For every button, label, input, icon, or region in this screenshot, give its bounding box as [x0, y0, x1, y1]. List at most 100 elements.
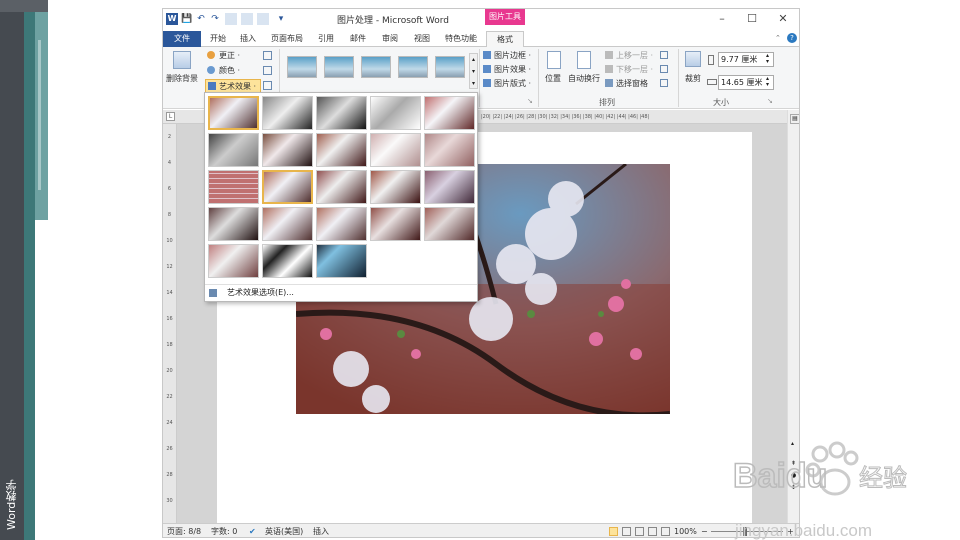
- group-separator: [479, 49, 480, 107]
- artistic-effect-thumb[interactable]: [262, 244, 313, 278]
- compress-pictures-icon[interactable]: [263, 51, 272, 60]
- artistic-effect-thumb[interactable]: [262, 207, 313, 241]
- format-painter-icon[interactable]: [225, 13, 237, 25]
- tab-page-layout[interactable]: 页面布局: [267, 31, 307, 47]
- save-icon[interactable]: 💾: [181, 13, 193, 25]
- vruler-mark: 16: [166, 316, 173, 322]
- artistic-effect-thumb[interactable]: [316, 96, 367, 130]
- artistic-effect-thumb[interactable]: [316, 133, 367, 167]
- artistic-effects-dropdown: 艺术效果选项(E)...: [204, 92, 478, 302]
- remove-background-icon[interactable]: [173, 51, 191, 69]
- artistic-effect-thumb[interactable]: [262, 96, 313, 130]
- vruler-mark: 20: [166, 368, 173, 374]
- remove-background-button[interactable]: 删除背景: [166, 73, 198, 84]
- close-button[interactable]: ✕: [769, 11, 797, 27]
- width-spin-icon[interactable]: ▴ ▾: [766, 76, 772, 88]
- artistic-effect-thumb[interactable]: [424, 207, 475, 241]
- align-icon[interactable]: [660, 51, 668, 59]
- proofing-icon[interactable]: ✔: [249, 524, 256, 537]
- arrange-group-label: 排列: [599, 98, 615, 107]
- draft-view-icon[interactable]: [661, 527, 670, 536]
- picture-style-1[interactable]: [287, 56, 317, 78]
- dialog-launcher-icon[interactable]: ↘: [527, 97, 535, 105]
- artistic-effect-thumb[interactable]: [208, 207, 259, 241]
- language-indicator[interactable]: 英语(美国): [265, 524, 303, 537]
- picture-style-3[interactable]: [361, 56, 391, 78]
- tab-review[interactable]: 审阅: [377, 31, 403, 47]
- tab-file[interactable]: 文件: [163, 31, 201, 47]
- artistic-effect-thumb[interactable]: [208, 244, 259, 278]
- tab-special[interactable]: 特色功能: [441, 31, 481, 47]
- artistic-effects-button[interactable]: 艺术效果 ·: [205, 79, 261, 93]
- tab-references[interactable]: 引用: [313, 31, 339, 47]
- artistic-effect-thumb[interactable]: [370, 207, 421, 241]
- tab-selector-icon[interactable]: L: [166, 112, 175, 121]
- redo-icon[interactable]: ↷: [209, 13, 221, 25]
- corrections-button[interactable]: 更正 ·: [219, 50, 240, 61]
- position-button[interactable]: 位置: [545, 73, 561, 84]
- artistic-effect-thumb[interactable]: [316, 207, 367, 241]
- artistic-effect-thumb[interactable]: [208, 170, 259, 204]
- artistic-effect-thumb[interactable]: [316, 244, 367, 278]
- artistic-effects-options[interactable]: 艺术效果选项(E)...: [205, 284, 477, 300]
- picture-effects-button[interactable]: 图片效果 ·: [494, 64, 531, 75]
- word-count[interactable]: 字数: 0: [211, 524, 237, 537]
- full-screen-view-icon[interactable]: [622, 527, 631, 536]
- styles-gallery-scroll[interactable]: ▴ ▾ ▾: [469, 53, 478, 89]
- tab-insert[interactable]: 插入: [235, 31, 261, 47]
- web-layout-view-icon[interactable]: [635, 527, 644, 536]
- artistic-effect-thumb[interactable]: [424, 170, 475, 204]
- customize-qat-icon[interactable]: ▾: [275, 13, 287, 25]
- change-picture-icon[interactable]: [263, 66, 272, 75]
- rotate-icon[interactable]: [660, 79, 668, 87]
- color-button[interactable]: 颜色 ·: [219, 65, 240, 76]
- restore-button[interactable]: ☐: [738, 11, 766, 27]
- artistic-effect-thumb[interactable]: [316, 170, 367, 204]
- artistic-options-label: 艺术效果选项(E)...: [227, 288, 294, 297]
- picture-border-button[interactable]: 图片边框 ·: [494, 50, 531, 61]
- word-app-icon[interactable]: W: [166, 13, 178, 25]
- outline-view-icon[interactable]: [648, 527, 657, 536]
- print-layout-view-icon[interactable]: [609, 527, 618, 536]
- picture-style-5[interactable]: [435, 56, 465, 78]
- artistic-effect-thumb[interactable]: [370, 96, 421, 130]
- reset-picture-icon[interactable]: [263, 81, 272, 90]
- tab-mailings[interactable]: 邮件: [345, 31, 371, 47]
- minimize-ribbon-icon[interactable]: ⌃: [775, 34, 783, 42]
- bring-forward-button[interactable]: 上移一层 ·: [616, 50, 653, 61]
- artistic-effect-thumb[interactable]: [208, 96, 259, 130]
- minimize-button[interactable]: –: [708, 11, 736, 27]
- tab-format[interactable]: 格式: [486, 31, 524, 48]
- undo-icon[interactable]: ↶: [195, 13, 207, 25]
- insert-mode-indicator[interactable]: 插入: [313, 524, 329, 537]
- new-doc-icon[interactable]: [241, 13, 253, 25]
- artistic-effect-thumb[interactable]: [262, 170, 313, 204]
- artistic-effect-thumb[interactable]: [208, 133, 259, 167]
- artistic-effect-thumb[interactable]: [424, 96, 475, 130]
- page-count[interactable]: 页面: 8/8: [167, 524, 201, 537]
- height-spin-icon[interactable]: ▴ ▾: [766, 53, 772, 65]
- slide-dark-band: [0, 0, 24, 540]
- picture-style-4[interactable]: [398, 56, 428, 78]
- print-icon[interactable]: [257, 13, 269, 25]
- artistic-effect-thumb[interactable]: [370, 170, 421, 204]
- zoom-level[interactable]: 100%: [674, 524, 697, 537]
- selection-pane-button[interactable]: 选择窗格: [616, 78, 648, 89]
- size-dialog-launcher-icon[interactable]: ↘: [767, 97, 775, 105]
- picture-style-2[interactable]: [324, 56, 354, 78]
- picture-layout-button[interactable]: 图片版式 ·: [494, 78, 531, 89]
- tab-home[interactable]: 开始: [205, 31, 231, 47]
- tab-view[interactable]: 视图: [409, 31, 435, 47]
- artistic-effect-thumb[interactable]: [424, 133, 475, 167]
- artistic-effect-thumb[interactable]: [370, 133, 421, 167]
- send-backward-button[interactable]: 下移一层 ·: [616, 64, 653, 75]
- artistic-effect-thumb[interactable]: [262, 133, 313, 167]
- crop-button[interactable]: 裁剪: [685, 73, 701, 84]
- zoom-out-button[interactable]: −: [701, 524, 708, 537]
- wrap-text-button[interactable]: 自动换行: [568, 73, 600, 84]
- help-icon[interactable]: ?: [787, 33, 797, 43]
- group-icon[interactable]: [660, 65, 668, 73]
- vruler-mark: 30: [166, 498, 173, 504]
- ruler-marks: |20| |22| |24| |26| |28| |30| |32| |34| …: [481, 114, 650, 120]
- ruler-toggle-icon[interactable]: ▤: [790, 114, 799, 124]
